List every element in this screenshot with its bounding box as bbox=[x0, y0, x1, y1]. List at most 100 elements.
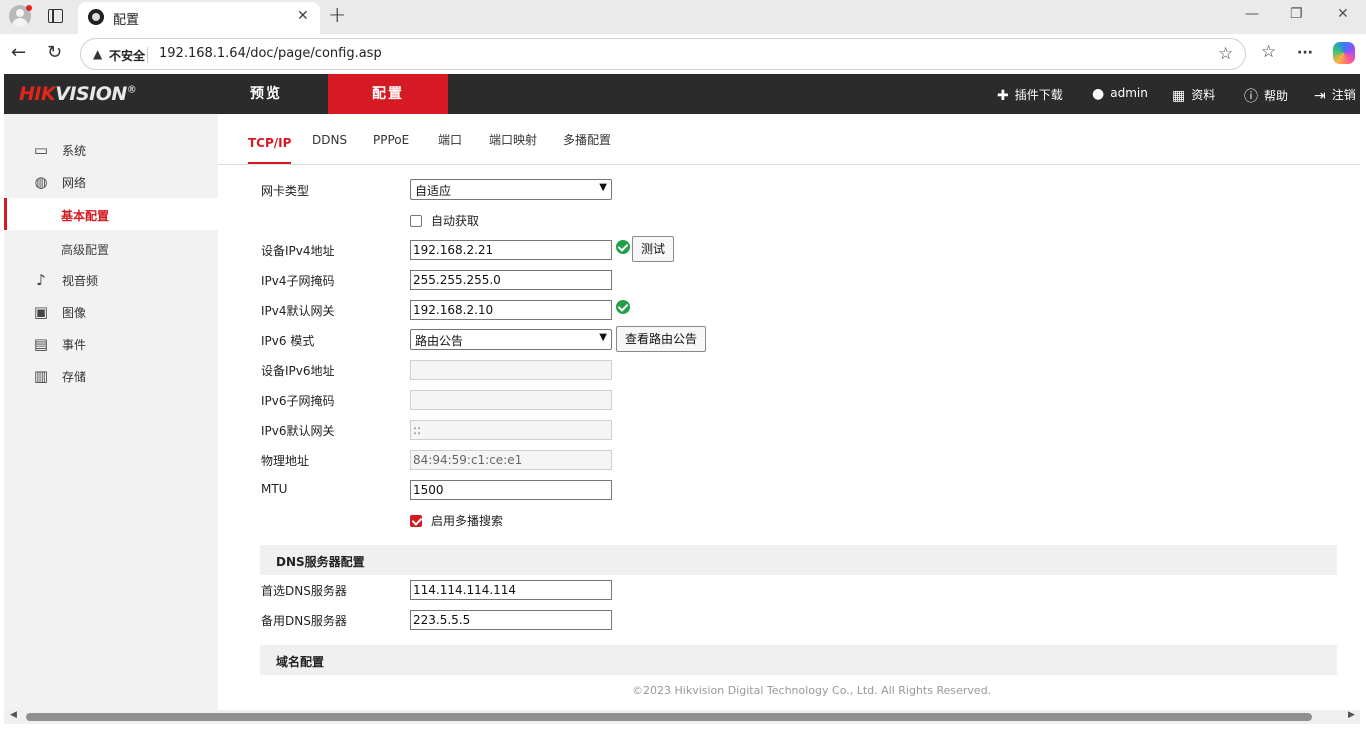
browser-tab[interactable]: 配置 ✕ bbox=[78, 2, 320, 34]
mac-input: 84:94:59:c1:ce:e1 bbox=[410, 450, 612, 470]
logout-icon: ⇥ bbox=[1314, 88, 1326, 104]
tab-ddns[interactable]: DDNS bbox=[312, 110, 347, 160]
nav-config[interactable]: 配置 bbox=[328, 74, 448, 114]
chevron-down-icon: ▼ bbox=[599, 182, 607, 193]
save-disk-icon: ▥ bbox=[33, 367, 49, 385]
ipv6-mask-label: IPv6子网掩码 bbox=[261, 394, 335, 408]
scrollbar-thumb[interactable] bbox=[26, 713, 1312, 721]
tab-close-icon[interactable]: ✕ bbox=[297, 8, 309, 24]
help-icon: ⓘ bbox=[1244, 89, 1258, 105]
alternate-dns-input[interactable]: 223.5.5.5 bbox=[410, 610, 612, 630]
plugin-download-link[interactable]: ✚ 插件下载 bbox=[997, 86, 1063, 104]
help-link[interactable]: ⓘ 帮助 bbox=[1244, 86, 1288, 106]
ipv4-mask-input[interactable]: 255.255.255.0 bbox=[410, 270, 612, 290]
logout-link[interactable]: ⇥ 注销 bbox=[1314, 86, 1356, 104]
user-link[interactable]: ● admin bbox=[1092, 86, 1148, 102]
sidebar-item-basic-config[interactable]: 基本配置 bbox=[4, 198, 218, 230]
back-icon[interactable]: ← bbox=[11, 42, 26, 63]
calendar-icon: ▤ bbox=[33, 335, 49, 353]
content-tabs: TCP/IP DDNS PPPoE 端口 端口映射 多播配置 bbox=[218, 114, 1360, 165]
copyright-footer: ©2023 Hikvision Digital Technology Co., … bbox=[632, 684, 992, 697]
globe-icon: ◍ bbox=[34, 173, 48, 191]
ipv6-mask-input bbox=[410, 390, 612, 410]
ipv4-addr-valid-icon bbox=[616, 240, 630, 254]
ipv6-mode-select[interactable]: 路由公告 ▼ bbox=[410, 329, 612, 350]
warning-icon: ▲ bbox=[93, 47, 103, 61]
ipv6-gateway-input: :: bbox=[410, 420, 612, 440]
chevron-down-icon: ▼ bbox=[599, 332, 607, 343]
sidebar-item-system[interactable]: ▭ 系统 bbox=[4, 135, 218, 165]
nic-type-label: 网卡类型 bbox=[261, 184, 310, 198]
info-link[interactable]: ▦ 资料 bbox=[1172, 86, 1215, 104]
test-button[interactable]: 测试 bbox=[632, 236, 674, 262]
multicast-search-label: 启用多播搜索 bbox=[431, 514, 504, 528]
nav-preview[interactable]: 预览 bbox=[206, 74, 326, 114]
puzzle-icon: ✚ bbox=[997, 88, 1009, 104]
address-bar[interactable]: ▲ 不安全 192.168.1.64/doc/page/config.asp ☆ bbox=[80, 38, 1246, 70]
sidebar-item-advanced-config[interactable]: 高级配置 bbox=[4, 232, 218, 264]
insecure-label[interactable]: 不安全 bbox=[109, 47, 145, 64]
preferred-dns-input[interactable]: 114.114.114.114 bbox=[410, 580, 612, 600]
hikvision-logo: HIKVISION® bbox=[19, 83, 137, 105]
nic-type-select[interactable]: 自适应 ▼ bbox=[410, 179, 612, 200]
tab-favicon-icon bbox=[88, 9, 104, 25]
window-maximize-button[interactable]: ❐ bbox=[1290, 6, 1303, 22]
sidebar-item-video-audio[interactable]: ♪ 视音频 bbox=[4, 265, 218, 295]
multicast-search-checkbox[interactable] bbox=[410, 515, 422, 527]
view-route-advert-button[interactable]: 查看路由公告 bbox=[616, 326, 706, 352]
browser-tab-strip: 配置 ✕ + — ❐ ✕ bbox=[0, 0, 1366, 34]
monitor-icon: ▭ bbox=[33, 141, 49, 159]
horizontal-scrollbar[interactable]: ◀ ▶ bbox=[4, 710, 1360, 724]
ipv4-addr-input[interactable]: 192.168.2.21 bbox=[410, 240, 612, 260]
copilot-icon[interactable] bbox=[1333, 42, 1355, 64]
sidebar-item-event[interactable]: ▤ 事件 bbox=[4, 329, 218, 359]
mtu-label: MTU bbox=[261, 482, 288, 496]
dhcp-label: 自动获取 bbox=[431, 214, 480, 228]
scroll-left-icon[interactable]: ◀ bbox=[10, 710, 17, 720]
ipv4-mask-label: IPv4子网掩码 bbox=[261, 274, 335, 288]
sidebar: ▭ 系统 ◍ 网络 基本配置 高级配置 ♪ 视音频 ▣ 图像 ▤ 事件 ▥ 存储 bbox=[4, 114, 218, 710]
alternate-dns-label: 备用DNS服务器 bbox=[261, 614, 347, 628]
address-separator bbox=[147, 47, 148, 63]
window-close-button[interactable]: ✕ bbox=[1337, 6, 1349, 22]
bookmark-star-icon[interactable]: ☆ bbox=[1218, 44, 1233, 64]
dns-section-header: DNS服务器配置 bbox=[260, 545, 1337, 575]
reload-icon[interactable]: ↻ bbox=[47, 42, 62, 63]
ipv6-gateway-label: IPv6默认网关 bbox=[261, 424, 335, 438]
scroll-right-icon[interactable]: ▶ bbox=[1348, 710, 1355, 720]
ipv4-addr-label: 设备IPv4地址 bbox=[261, 244, 335, 258]
url-text[interactable]: 192.168.1.64/doc/page/config.asp bbox=[159, 46, 382, 61]
sidebar-item-image[interactable]: ▣ 图像 bbox=[4, 297, 218, 327]
tab-port-mapping[interactable]: 端口映射 bbox=[489, 110, 537, 160]
new-tab-button[interactable]: + bbox=[328, 3, 346, 28]
image-icon: ▣ bbox=[33, 303, 49, 321]
mtu-input[interactable]: 1500 bbox=[410, 480, 612, 500]
tab-port[interactable]: 端口 bbox=[438, 110, 462, 160]
sidebar-item-storage[interactable]: ▥ 存储 bbox=[4, 361, 218, 391]
user-icon: ● bbox=[1092, 86, 1105, 102]
qrcode-icon: ▦ bbox=[1172, 88, 1186, 104]
tab-title: 配置 bbox=[113, 13, 140, 28]
mac-label: 物理地址 bbox=[261, 454, 310, 468]
dhcp-checkbox[interactable] bbox=[410, 215, 422, 227]
window-minimize-button[interactable]: — bbox=[1245, 6, 1259, 22]
profile-notification-dot bbox=[26, 5, 32, 11]
ipv6-addr-label: 设备IPv6地址 bbox=[261, 364, 335, 378]
microphone-icon: ♪ bbox=[36, 271, 46, 289]
ipv4-gateway-valid-icon bbox=[616, 300, 630, 314]
ipv6-addr-input bbox=[410, 360, 612, 380]
ipv4-gateway-label: IPv4默认网关 bbox=[261, 304, 335, 318]
ipv6-mode-label: IPv6 模式 bbox=[261, 334, 315, 348]
ipv4-gateway-input[interactable]: 192.168.2.10 bbox=[410, 300, 612, 320]
sidebar-item-network[interactable]: ◍ 网络 bbox=[4, 167, 218, 197]
more-icon[interactable]: ··· bbox=[1297, 45, 1313, 61]
browser-nav-row: ← ↻ ▲ 不安全 192.168.1.64/doc/page/config.a… bbox=[0, 34, 1366, 74]
app-header: HIKVISION® 预览 配置 ✚ 插件下载 ● admin ▦ 资料 ⓘ 帮助 ⇥ 注… bbox=[4, 74, 1360, 114]
favorites-icon[interactable]: ☆ bbox=[1261, 42, 1276, 62]
tab-actions-icon[interactable] bbox=[48, 9, 63, 23]
tab-pppoe[interactable]: PPPoE bbox=[373, 110, 409, 160]
tab-tcpip[interactable]: TCP/IP bbox=[248, 114, 292, 164]
domain-section-header: 域名配置 bbox=[260, 645, 1337, 675]
tab-multicast[interactable]: 多播配置 bbox=[563, 110, 611, 160]
preferred-dns-label: 首选DNS服务器 bbox=[261, 584, 347, 598]
